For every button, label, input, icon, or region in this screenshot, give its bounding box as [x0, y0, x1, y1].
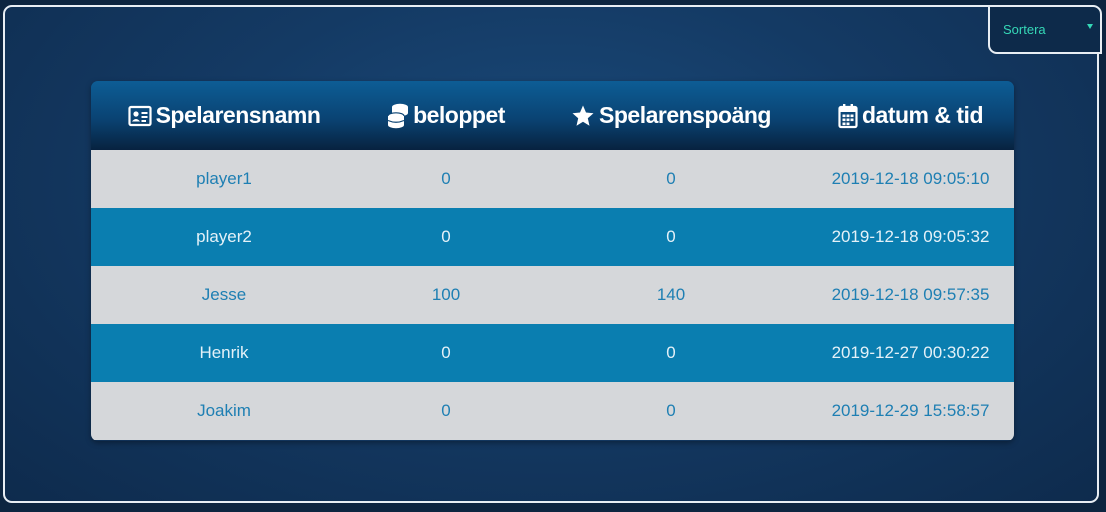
player-name-cell: Joakim	[197, 401, 251, 420]
points-cell: 0	[666, 227, 676, 246]
amount-cell: 0	[441, 343, 451, 362]
player-name-cell: player1	[196, 169, 252, 188]
sort-dropdown-label: Sortera	[1003, 22, 1046, 37]
table-row: Henrik 0 0 2019-12-27 00:30:22	[91, 324, 1014, 382]
column-header-label: Spelarenspoäng	[599, 102, 771, 128]
table-row: player1 0 0 2019-12-18 09:05:10	[91, 150, 1014, 208]
column-header-player-points: Spelarenspoäng	[535, 102, 807, 129]
amount-cell: 0	[441, 401, 451, 420]
date-time-cell: 2019-12-27 00:30:22	[831, 343, 990, 362]
sort-dropdown[interactable]: Sortera	[988, 5, 1102, 54]
points-cell: 0	[666, 343, 676, 362]
player-name-cell: Henrik	[199, 343, 249, 362]
column-header-label: beloppet	[413, 102, 505, 128]
calendar-icon	[838, 103, 858, 129]
amount-cell: 0	[441, 227, 451, 246]
date-time-cell: 2019-12-29 15:58:57	[831, 401, 990, 420]
coins-icon	[387, 102, 409, 130]
caret-down-icon	[1087, 24, 1093, 29]
column-header-label: datum & tid	[862, 102, 984, 128]
amount-cell: 100	[431, 285, 461, 304]
date-time-cell: 2019-12-18 09:57:35	[831, 285, 990, 304]
column-header-amount: beloppet	[357, 102, 535, 130]
points-cell: 140	[656, 285, 686, 304]
table-row: player2 0 0 2019-12-18 09:05:32	[91, 208, 1014, 266]
amount-cell: 0	[441, 169, 451, 188]
table-header: Spelarensnamn beloppet Spelarenspoäng da…	[91, 81, 1014, 150]
player-name-cell: player2	[196, 227, 252, 246]
table-row: Joakim 0 0 2019-12-29 15:58:57	[91, 382, 1014, 440]
date-time-cell: 2019-12-18 09:05:10	[831, 169, 990, 188]
table-row: Jesse 100 140 2019-12-18 09:57:35	[91, 266, 1014, 324]
scores-table: Spelarensnamn beloppet Spelarenspoäng da…	[91, 81, 1014, 441]
id-card-icon	[127, 105, 152, 127]
column-header-date-time: datum & tid	[807, 102, 1014, 129]
date-time-cell: 2019-12-18 09:05:32	[831, 227, 990, 246]
star-icon	[571, 104, 595, 128]
points-cell: 0	[666, 169, 676, 188]
column-header-label: Spelarensnamn	[155, 102, 321, 128]
points-cell: 0	[666, 401, 676, 420]
player-name-cell: Jesse	[201, 285, 247, 304]
column-header-player-name: Spelarensnamn	[91, 102, 357, 129]
